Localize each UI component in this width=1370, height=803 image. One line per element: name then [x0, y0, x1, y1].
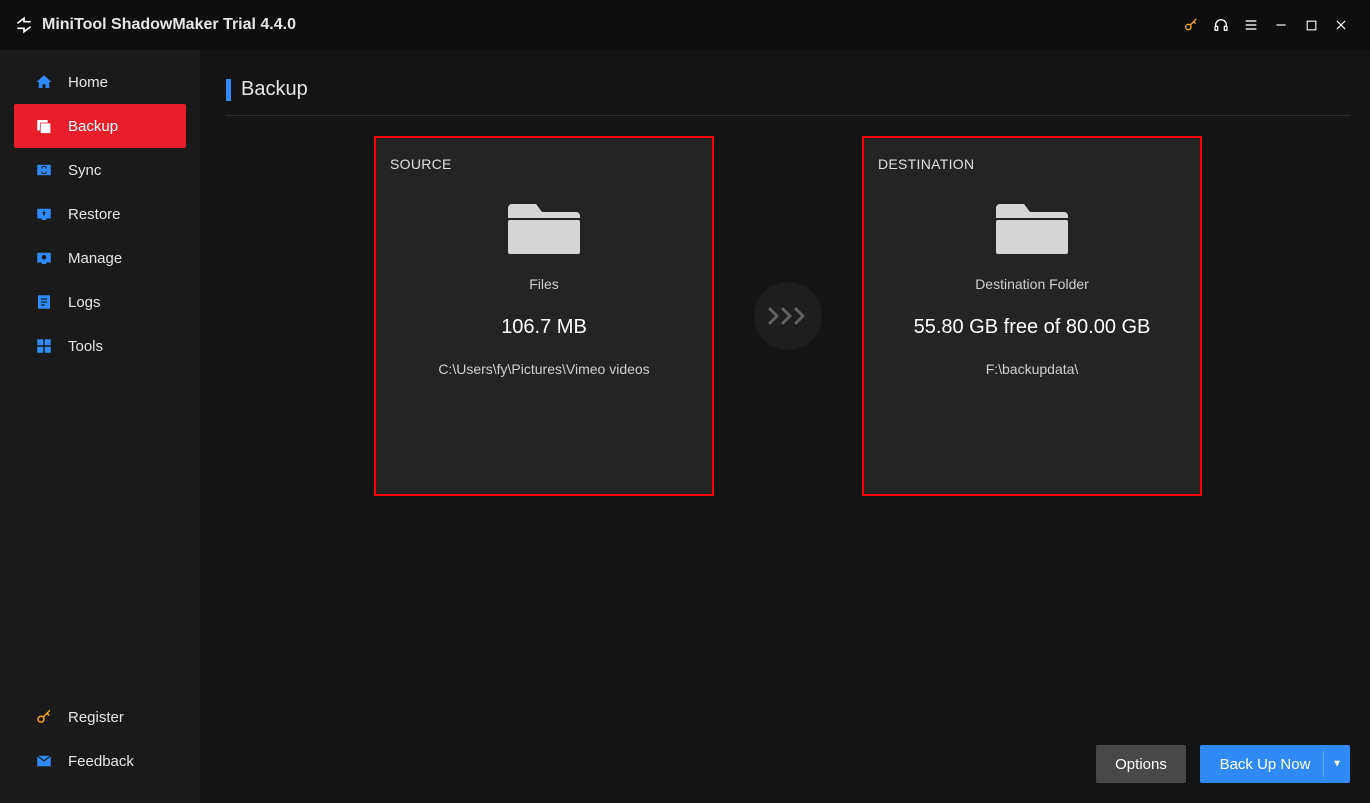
sidebar-item-label: Manage	[68, 250, 122, 267]
arrow-separator	[754, 282, 822, 350]
app-logo-icon	[14, 15, 34, 35]
options-button-label: Options	[1115, 756, 1167, 773]
sidebar-item-logs[interactable]: Logs	[14, 280, 186, 324]
source-path: C:\Users\fy\Pictures\Vimeo videos	[390, 361, 698, 377]
footer-buttons: Options Back Up Now ▼	[1096, 745, 1350, 783]
chevrons-right-icon	[766, 306, 810, 326]
sync-icon	[34, 160, 54, 180]
headset-icon[interactable]	[1206, 10, 1236, 40]
sidebar-item-tools[interactable]: Tools	[14, 324, 186, 368]
home-icon	[34, 72, 54, 92]
destination-type-label: Destination Folder	[878, 276, 1186, 292]
page-title: Backup	[241, 78, 308, 101]
manage-icon	[34, 248, 54, 268]
header-accent-bar	[226, 79, 231, 101]
page-header: Backup	[226, 78, 1350, 116]
sidebar-feedback-label: Feedback	[68, 753, 134, 770]
sidebar-item-label: Home	[68, 74, 108, 91]
source-type-label: Files	[390, 276, 698, 292]
source-panel[interactable]: SOURCE Files 106.7 MB C:\Users\fy\Pictur…	[374, 136, 714, 496]
logs-icon	[34, 292, 54, 312]
maximize-button[interactable]	[1296, 10, 1326, 40]
titlebar: MiniTool ShadowMaker Trial 4.4.0	[0, 0, 1370, 50]
sidebar: Home Backup Sync Restore	[0, 50, 200, 803]
destination-free-text: 55.80 GB free of 80.00 GB	[878, 316, 1186, 339]
backup-panels: SOURCE Files 106.7 MB C:\Users\fy\Pictur…	[226, 136, 1350, 496]
backup-now-button[interactable]: Back Up Now ▼	[1200, 745, 1350, 783]
sidebar-item-label: Restore	[68, 206, 121, 223]
key-icon[interactable]	[1176, 10, 1206, 40]
source-heading: SOURCE	[390, 156, 698, 172]
key-icon	[34, 707, 54, 727]
folder-icon	[504, 194, 584, 258]
options-button[interactable]: Options	[1096, 745, 1186, 783]
app-title: MiniTool ShadowMaker Trial 4.4.0	[42, 16, 296, 34]
sidebar-register[interactable]: Register	[14, 695, 186, 739]
sidebar-item-label: Tools	[68, 338, 103, 355]
destination-heading: DESTINATION	[878, 156, 1186, 172]
sidebar-item-label: Sync	[68, 162, 101, 179]
menu-icon[interactable]	[1236, 10, 1266, 40]
caret-down-icon: ▼	[1332, 759, 1342, 770]
minimize-button[interactable]	[1266, 10, 1296, 40]
backup-now-button-label: Back Up Now	[1220, 756, 1311, 773]
sidebar-feedback[interactable]: Feedback	[14, 739, 186, 783]
sidebar-item-sync[interactable]: Sync	[14, 148, 186, 192]
close-button[interactable]	[1326, 10, 1356, 40]
sidebar-item-manage[interactable]: Manage	[14, 236, 186, 280]
source-size: 106.7 MB	[390, 316, 698, 339]
sidebar-item-label: Logs	[68, 294, 101, 311]
mail-icon	[34, 751, 54, 771]
content-area: Backup SOURCE Files 106.7 MB C:\Users\fy…	[200, 50, 1370, 803]
destination-panel[interactable]: DESTINATION Destination Folder 55.80 GB …	[862, 136, 1202, 496]
tools-icon	[34, 336, 54, 356]
restore-icon	[34, 204, 54, 224]
app-logo-title: MiniTool ShadowMaker Trial 4.4.0	[14, 15, 296, 35]
sidebar-item-backup[interactable]: Backup	[14, 104, 186, 148]
backup-icon	[34, 116, 54, 136]
sidebar-item-home[interactable]: Home	[14, 60, 186, 104]
sidebar-item-label: Backup	[68, 118, 118, 135]
sidebar-register-label: Register	[68, 709, 124, 726]
sidebar-item-restore[interactable]: Restore	[14, 192, 186, 236]
destination-path: F:\backupdata\	[878, 361, 1186, 377]
folder-icon	[992, 194, 1072, 258]
